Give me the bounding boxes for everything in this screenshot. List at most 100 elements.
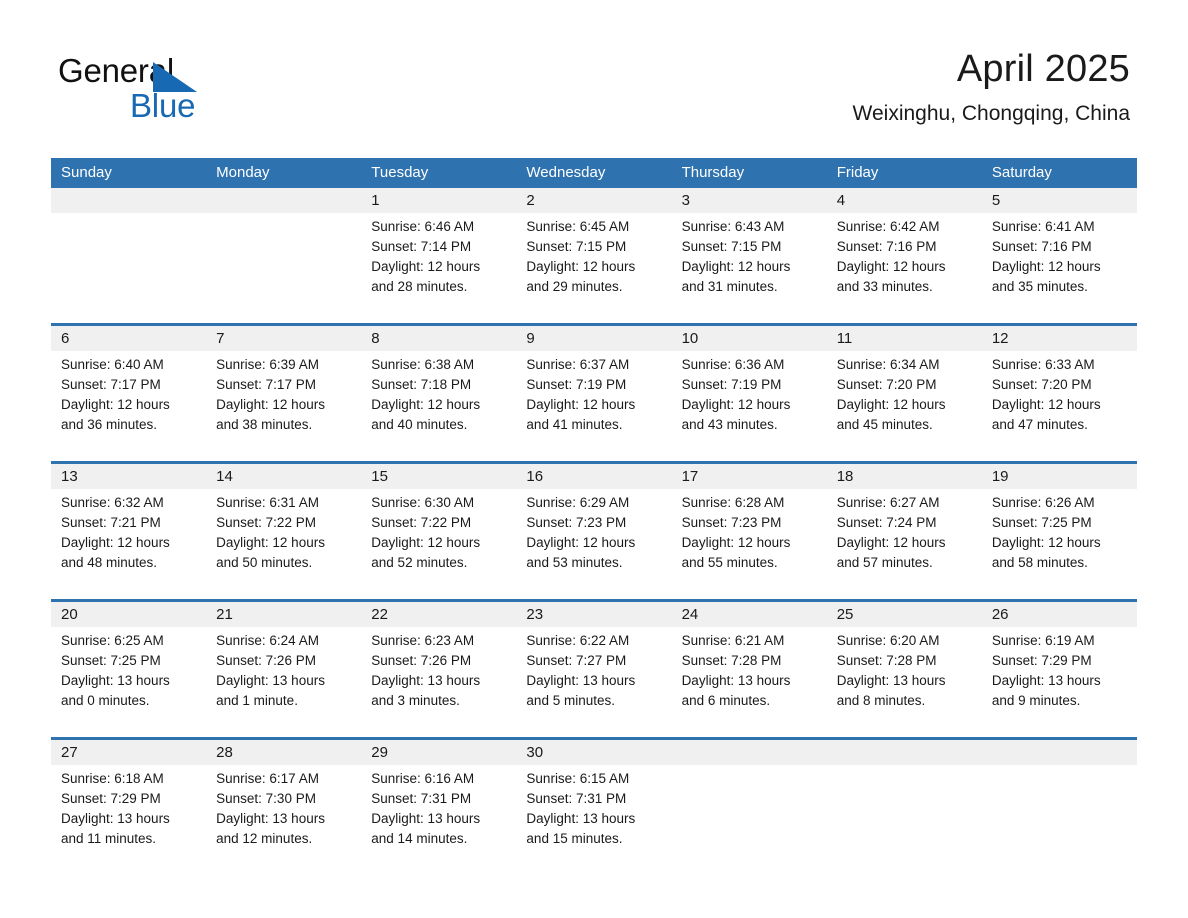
day-sun-info: Sunrise: 6:29 AM Sunset: 7:23 PM Dayligh…: [526, 495, 636, 570]
day-sun-info: Sunrise: 6:41 AM Sunset: 7:16 PM Dayligh…: [991, 219, 1101, 294]
weekday-header-tuesday: Tuesday: [371, 164, 429, 181]
day-sun-info: Sunrise: 6:38 AM Sunset: 7:18 PM Dayligh…: [371, 357, 481, 432]
day-number: 7: [216, 330, 225, 347]
calendar-day-cell[interactable]: 3 Sunrise: 6:43 AM Sunset: 7:15 PM Daylig…: [672, 188, 827, 323]
day-sun-info: Sunrise: 6:43 AM Sunset: 7:15 PM Dayligh…: [681, 219, 791, 294]
calendar-day-cell[interactable]: 22 Sunrise: 6:23 AM Sunset: 7:26 PM Dayli…: [361, 602, 516, 737]
calendar-day-cell[interactable]: 4 Sunrise: 6:42 AM Sunset: 7:16 PM Daylig…: [827, 188, 982, 323]
day-number: 8: [371, 330, 380, 347]
calendar-body: 1 Sunrise: 6:46 AM Sunset: 7:14 PM Daylig…: [51, 188, 1137, 858]
calendar-day-cell[interactable]: 6 Sunrise: 6:40 AM Sunset: 7:17 PM Daylig…: [51, 326, 206, 461]
day-sun-info: Sunrise: 6:22 AM Sunset: 7:27 PM Dayligh…: [526, 633, 636, 708]
calendar-day-cell-empty: [206, 188, 361, 323]
calendar-day-cell[interactable]: 23 Sunrise: 6:22 AM Sunset: 7:27 PM Dayli…: [516, 602, 671, 737]
calendar-day-cell-empty: [672, 740, 827, 858]
calendar-day-cell[interactable]: 5 Sunrise: 6:41 AM Sunset: 7:16 PM Daylig…: [982, 188, 1137, 323]
calendar-day-cell[interactable]: 1 Sunrise: 6:46 AM Sunset: 7:14 PM Daylig…: [361, 188, 516, 323]
calendar-day-cell[interactable]: 28 Sunrise: 6:17 AM Sunset: 7:30 PM Dayli…: [206, 740, 361, 858]
day-number: 9: [526, 330, 535, 347]
day-sun-info: Sunrise: 6:28 AM Sunset: 7:23 PM Dayligh…: [681, 495, 791, 570]
day-number: 29: [371, 744, 388, 761]
day-number: 14: [216, 468, 233, 485]
calendar-day-cell[interactable]: 15 Sunrise: 6:30 AM Sunset: 7:22 PM Dayli…: [361, 464, 516, 599]
day-number: 1: [371, 192, 380, 209]
day-sun-info: Sunrise: 6:19 AM Sunset: 7:29 PM Dayligh…: [991, 633, 1101, 708]
calendar-day-cell[interactable]: 2 Sunrise: 6:45 AM Sunset: 7:15 PM Daylig…: [516, 188, 671, 323]
calendar-day-cell[interactable]: 24 Sunrise: 6:21 AM Sunset: 7:28 PM Dayli…: [672, 602, 827, 737]
day-sun-info: Sunrise: 6:36 AM Sunset: 7:19 PM Dayligh…: [681, 357, 791, 432]
day-sun-info: Sunrise: 6:37 AM Sunset: 7:19 PM Dayligh…: [526, 357, 636, 432]
calendar-day-cell[interactable]: 19 Sunrise: 6:26 AM Sunset: 7:25 PM Dayli…: [982, 464, 1137, 599]
day-number: 21: [216, 606, 233, 623]
day-sun-info: Sunrise: 6:25 AM Sunset: 7:25 PM Dayligh…: [61, 633, 170, 708]
weekday-header-sunday: Sunday: [61, 164, 112, 181]
day-number: 6: [61, 330, 70, 347]
day-sun-info: Sunrise: 6:16 AM Sunset: 7:31 PM Dayligh…: [371, 771, 481, 846]
day-number: 17: [681, 468, 699, 485]
calendar-table: Sunday Monday Tuesday Wednesday Thursday Frid…: [51, 158, 1137, 858]
calendar-day-cell[interactable]: 27 Sunrise: 6:18 AM Sunset: 7:29 PM Dayli…: [51, 740, 206, 858]
day-number: 12: [991, 330, 1009, 347]
page-title: April 2025: [956, 48, 1130, 90]
weekday-header-row: Sunday Monday Tuesday Wednesday Thursday Frid…: [51, 158, 1137, 188]
day-number: 3: [681, 192, 690, 209]
calendar-day-cell[interactable]: 21 Sunrise: 6:24 AM Sunset: 7:26 PM Dayli…: [206, 602, 361, 737]
day-sun-info: Sunrise: 6:21 AM Sunset: 7:28 PM Dayligh…: [681, 633, 791, 708]
day-number: 25: [836, 606, 854, 623]
day-number: 27: [61, 744, 78, 761]
calendar-day-cell-empty: [982, 740, 1137, 858]
calendar-day-cell[interactable]: 20 Sunrise: 6:25 AM Sunset: 7:25 PM Dayli…: [51, 602, 206, 737]
calendar-day-cell[interactable]: 12 Sunrise: 6:33 AM Sunset: 7:20 PM Dayli…: [982, 326, 1137, 461]
calendar-day-cell[interactable]: 11 Sunrise: 6:34 AM Sunset: 7:20 PM Dayli…: [827, 326, 982, 461]
day-sun-info: Sunrise: 6:31 AM Sunset: 7:22 PM Dayligh…: [216, 495, 325, 570]
day-sun-info: Sunrise: 6:26 AM Sunset: 7:25 PM Dayligh…: [991, 495, 1101, 570]
day-number: 28: [216, 744, 233, 761]
day-sun-info: Sunrise: 6:30 AM Sunset: 7:22 PM Dayligh…: [371, 495, 481, 570]
day-sun-info: Sunrise: 6:17 AM Sunset: 7:30 PM Dayligh…: [216, 771, 325, 846]
calendar-day-cell[interactable]: 29 Sunrise: 6:16 AM Sunset: 7:31 PM Dayli…: [361, 740, 516, 858]
title-block: April 2025 Weixinghu, Chongqing, China: [853, 46, 1130, 127]
calendar-day-cell[interactable]: 16 Sunrise: 6:29 AM Sunset: 7:23 PM Dayli…: [516, 464, 671, 599]
calendar-day-cell[interactable]: 25 Sunrise: 6:20 AM Sunset: 7:28 PM Dayli…: [827, 602, 982, 737]
day-sun-info: Sunrise: 6:24 AM Sunset: 7:26 PM Dayligh…: [216, 633, 325, 708]
weekday-header-monday: Monday: [216, 164, 270, 181]
calendar-day-cell[interactable]: 26 Sunrise: 6:19 AM Sunset: 7:29 PM Dayli…: [982, 602, 1137, 737]
day-number: 24: [681, 606, 699, 623]
calendar-day-cell[interactable]: 9 Sunrise: 6:37 AM Sunset: 7:19 PM Daylig…: [516, 326, 671, 461]
day-sun-info: Sunrise: 6:15 AM Sunset: 7:31 PM Dayligh…: [526, 771, 636, 846]
day-number: 2: [526, 192, 535, 209]
weekday-header-thursday: Thursday: [681, 164, 745, 181]
day-sun-info: Sunrise: 6:34 AM Sunset: 7:20 PM Dayligh…: [836, 357, 946, 432]
brand-logo[interactable]: General Blue: [58, 52, 398, 132]
day-sun-info: Sunrise: 6:27 AM Sunset: 7:24 PM Dayligh…: [836, 495, 946, 570]
calendar-week-row: 1 Sunrise: 6:46 AM Sunset: 7:14 PM Daylig…: [51, 188, 1137, 323]
page-header: General Blue April 2025 Weixinghu, Chong…: [0, 0, 1188, 155]
day-sun-info: Sunrise: 6:18 AM Sunset: 7:29 PM Dayligh…: [61, 771, 170, 846]
day-sun-info: Sunrise: 6:39 AM Sunset: 7:17 PM Dayligh…: [216, 357, 325, 432]
day-number: 18: [836, 468, 854, 485]
calendar-day-cell[interactable]: 7 Sunrise: 6:39 AM Sunset: 7:17 PM Daylig…: [206, 326, 361, 461]
calendar-week-row: 20 Sunrise: 6:25 AM Sunset: 7:25 PM Dayli…: [51, 599, 1137, 737]
day-sun-info: Sunrise: 6:33 AM Sunset: 7:20 PM Dayligh…: [991, 357, 1101, 432]
calendar-day-cell-empty: [827, 740, 982, 858]
location-subtitle: Weixinghu, Chongqing, China: [852, 102, 1130, 125]
day-number: 4: [836, 192, 846, 209]
day-sun-info: Sunrise: 6:23 AM Sunset: 7:26 PM Dayligh…: [371, 633, 481, 708]
weekday-header-wednesday: Wednesday: [526, 164, 606, 181]
day-number: 16: [526, 468, 544, 485]
day-sun-info: Sunrise: 6:20 AM Sunset: 7:28 PM Dayligh…: [836, 633, 946, 708]
calendar-day-cell[interactable]: 13 Sunrise: 6:32 AM Sunset: 7:21 PM Dayli…: [51, 464, 206, 599]
day-number: 22: [371, 606, 388, 623]
calendar-day-cell[interactable]: 14 Sunrise: 6:31 AM Sunset: 7:22 PM Dayli…: [206, 464, 361, 599]
day-number: 19: [991, 468, 1009, 485]
calendar-day-cell[interactable]: 10 Sunrise: 6:36 AM Sunset: 7:19 PM Dayli…: [672, 326, 827, 461]
calendar-day-cell[interactable]: 17 Sunrise: 6:28 AM Sunset: 7:23 PM Dayli…: [672, 464, 827, 599]
day-sun-info: Sunrise: 6:32 AM Sunset: 7:21 PM Dayligh…: [61, 495, 170, 570]
calendar-day-cell[interactable]: 8 Sunrise: 6:38 AM Sunset: 7:18 PM Daylig…: [361, 326, 516, 461]
day-number: 15: [371, 468, 388, 485]
calendar-day-cell[interactable]: 30 Sunrise: 6:15 AM Sunset: 7:31 PM Dayli…: [516, 740, 671, 858]
calendar-day-cell[interactable]: 18 Sunrise: 6:27 AM Sunset: 7:24 PM Dayli…: [827, 464, 982, 599]
day-number: 30: [526, 744, 544, 761]
day-number: 26: [991, 606, 1009, 623]
day-sun-info: Sunrise: 6:45 AM Sunset: 7:15 PM Dayligh…: [526, 219, 636, 294]
